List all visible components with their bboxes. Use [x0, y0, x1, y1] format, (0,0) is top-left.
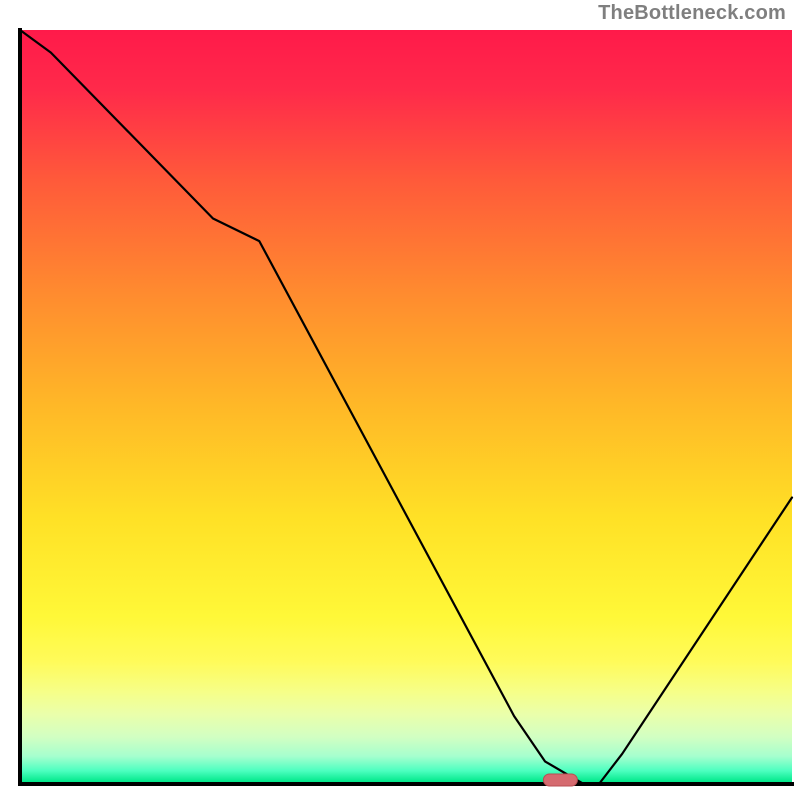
chart-canvas — [0, 0, 800, 800]
optimal-point-marker — [543, 774, 577, 786]
bottleneck-chart: TheBottleneck.com — [0, 0, 800, 800]
watermark-text: TheBottleneck.com — [598, 2, 786, 25]
